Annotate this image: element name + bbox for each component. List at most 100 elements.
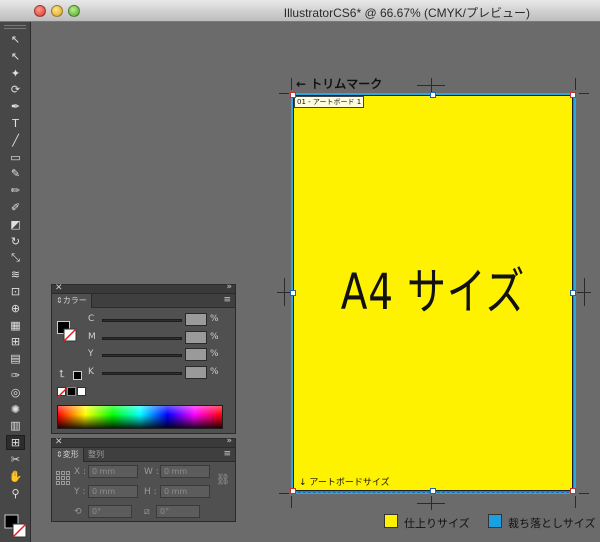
white-swatch[interactable] <box>77 387 86 396</box>
channel-input[interactable] <box>185 348 207 361</box>
mesh-tool-icon[interactable]: ⊞ <box>6 334 25 349</box>
artboard-tool-icon[interactable]: ⊞ <box>6 435 25 451</box>
color-channel-row: Y% <box>52 348 232 362</box>
fill-stroke-swatch[interactable] <box>4 514 28 540</box>
hand-tool-icon[interactable]: ✋ <box>6 469 25 484</box>
shear-input[interactable]: 0° <box>156 505 200 518</box>
collapse-icon[interactable]: » <box>226 436 232 446</box>
channel-input[interactable] <box>185 313 207 326</box>
line-tool-icon[interactable]: ╱ <box>6 133 25 148</box>
crop-mark <box>584 278 585 306</box>
h-label: H : <box>144 487 157 497</box>
rotate-input[interactable]: 0° <box>88 505 132 518</box>
shear-icon: ⧄ <box>144 507 150 517</box>
zoom-window-button[interactable] <box>68 5 80 17</box>
selection-handle[interactable] <box>570 290 576 296</box>
free-transform-tool-icon[interactable]: ⊡ <box>6 284 25 299</box>
channel-slider[interactable] <box>102 336 182 340</box>
panel-menu-icon[interactable]: ≡ <box>223 449 231 459</box>
selection-handle[interactable] <box>570 92 576 98</box>
lasso-tool-icon[interactable]: ⟳ <box>6 82 25 97</box>
direct-selection-tool-icon[interactable]: ↖ <box>6 49 25 64</box>
channel-slider[interactable] <box>102 319 182 322</box>
constrain-proportions-icon[interactable]: ⛓ <box>216 473 230 486</box>
artboard-size-label: ↓ アートボードサイズ <box>299 478 390 488</box>
channel-input[interactable] <box>185 365 207 379</box>
magic-wand-tool-icon[interactable]: ✦ <box>6 66 25 81</box>
perspective-grid-tool-icon[interactable]: ▦ <box>6 318 25 333</box>
channel-input[interactable] <box>185 330 207 344</box>
scale-tool-icon[interactable]: ⤡ <box>6 250 25 265</box>
none-swatch[interactable] <box>57 387 67 397</box>
pen-tool-icon[interactable]: ✒ <box>6 99 25 114</box>
channel-unit: % <box>210 366 219 377</box>
selection-handle[interactable] <box>290 488 296 494</box>
out-of-gamut-icon[interactable]: ⮤ <box>59 369 65 380</box>
slice-tool-icon[interactable]: ✂ <box>6 452 25 467</box>
legend-label-finish: 仕上りサイズ <box>404 517 470 530</box>
crop-mark <box>291 78 292 90</box>
color-channel-row: C% <box>52 313 232 327</box>
selection-handle[interactable] <box>570 488 576 494</box>
selection-handle[interactable] <box>290 290 296 296</box>
column-graph-tool-icon[interactable]: ▥ <box>6 418 25 433</box>
w-label: W : <box>144 467 159 477</box>
shape-builder-tool-icon[interactable]: ⊕ <box>6 301 25 316</box>
panel-menu-icon[interactable]: ≡ <box>223 295 231 305</box>
eyedropper-tool-icon[interactable]: ✑ <box>6 368 25 383</box>
channel-unit: % <box>210 349 219 359</box>
color-panel: ✕ » ⇕カラー ≡ C% M% Y% K% ⮤ <box>51 282 236 434</box>
blend-tool-icon[interactable]: ◎ <box>6 385 25 400</box>
transform-panel: ✕ » ⇕変形 整列 ≡ X : 0 mm W : 0 mm Y : 0 mm … <box>51 436 236 522</box>
y-input[interactable]: 0 mm <box>88 485 138 498</box>
minimize-window-button[interactable] <box>51 5 63 17</box>
last-color-swatch[interactable] <box>73 371 82 380</box>
collapse-icon[interactable]: » <box>226 282 232 292</box>
black-swatch[interactable] <box>67 387 76 396</box>
artboard-name-label[interactable]: 01 - アートボード 1 <box>294 96 365 108</box>
h-input[interactable]: 0 mm <box>160 485 210 498</box>
channel-unit: % <box>210 314 219 324</box>
close-icon[interactable]: ✕ <box>55 437 63 447</box>
trim-mark-label: ← トリムマーク <box>296 77 383 91</box>
pencil-tool-icon[interactable]: ✏ <box>6 183 25 198</box>
blob-brush-tool-icon[interactable]: ✐ <box>6 200 25 215</box>
eraser-tool-icon[interactable]: ◩ <box>6 217 25 232</box>
selection-handle[interactable] <box>430 92 436 98</box>
close-window-button[interactable] <box>34 5 46 17</box>
paintbrush-tool-icon[interactable]: ✎ <box>6 166 25 181</box>
gradient-tool-icon[interactable]: ▤ <box>6 351 25 366</box>
crop-mark <box>417 503 445 504</box>
width-tool-icon[interactable]: ≋ <box>6 267 25 282</box>
channel-slider[interactable] <box>102 371 182 375</box>
selection-handle[interactable] <box>430 488 436 494</box>
selection-handle[interactable] <box>290 92 296 98</box>
crop-mark <box>279 493 289 494</box>
rectangle-tool-icon[interactable]: ▭ <box>6 150 25 165</box>
crop-mark <box>579 93 589 94</box>
channel-slider[interactable] <box>102 354 182 357</box>
x-input[interactable]: 0 mm <box>88 465 138 478</box>
symbol-sprayer-tool-icon[interactable]: ✺ <box>6 402 25 417</box>
reference-point-icon[interactable] <box>56 471 70 485</box>
close-icon[interactable]: ✕ <box>55 283 63 293</box>
tab-color[interactable]: ⇕カラー <box>52 294 92 308</box>
color-panel-tabs: ⇕カラー ≡ <box>52 294 235 308</box>
legend-swatch-bleed <box>488 514 502 528</box>
y-label: Y : <box>74 487 86 497</box>
x-label: X : <box>74 467 87 477</box>
panel-grip[interactable] <box>4 25 26 29</box>
panel-header: ✕ » <box>52 436 235 448</box>
artboard-main-text: A4 サイズ <box>340 263 526 321</box>
zoom-tool-icon[interactable]: ⚲ <box>6 486 25 501</box>
title-bar: IllustratorCS6* @ 66.67% (CMYK/プレビュー) <box>0 0 600 22</box>
w-input[interactable]: 0 mm <box>160 465 210 478</box>
transform-panel-tabs: ⇕変形 整列 ≡ <box>52 448 235 462</box>
rotate-tool-icon[interactable]: ↻ <box>6 234 25 249</box>
type-tool-icon[interactable]: T <box>6 116 25 131</box>
color-spectrum[interactable] <box>57 405 223 429</box>
tab-transform[interactable]: ⇕変形 <box>52 448 84 462</box>
channel-label: C <box>88 314 95 324</box>
tab-align[interactable]: 整列 <box>84 448 108 462</box>
selection-tool-icon[interactable]: ↖ <box>6 32 25 47</box>
